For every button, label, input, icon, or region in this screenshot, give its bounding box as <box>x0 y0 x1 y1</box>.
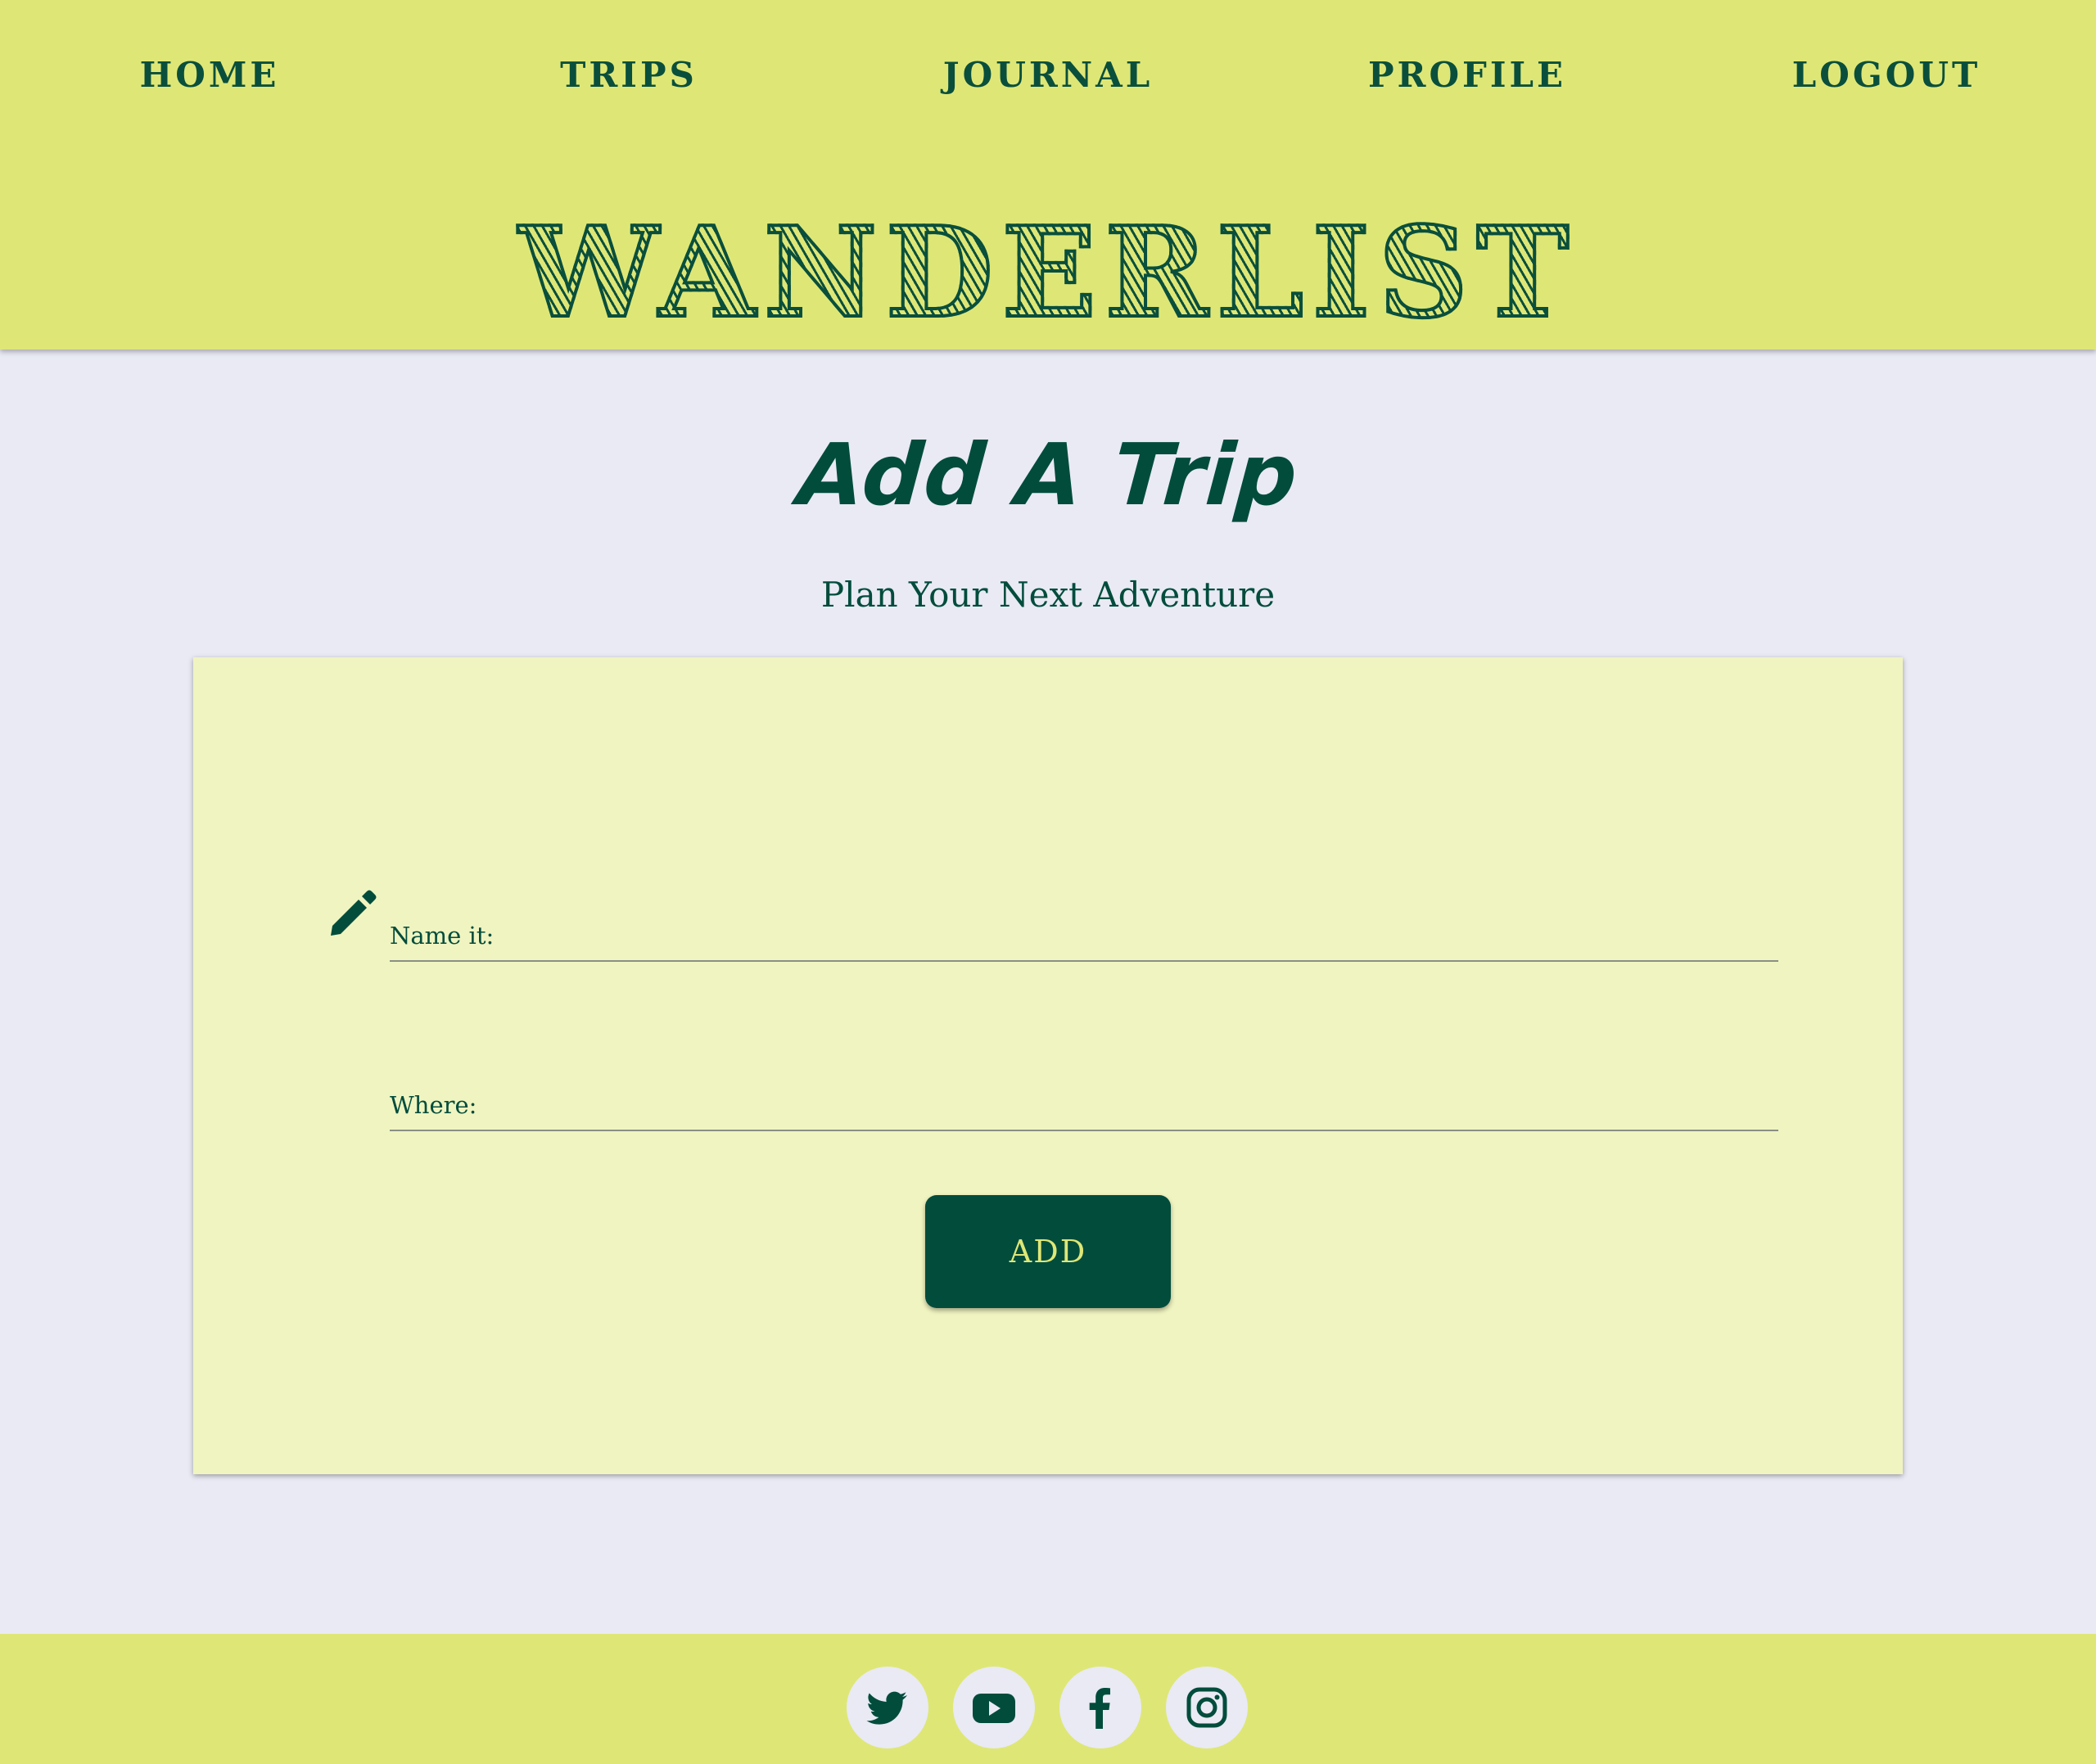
youtube-icon[interactable] <box>953 1667 1035 1748</box>
page-title: Add A Trip <box>794 425 1302 525</box>
site-header: HOME TRIPS JOURNAL PROFILE LOGOUT WANDER… <box>0 0 2096 350</box>
name-label: Name it: <box>390 922 495 950</box>
where-field: Where: <box>390 1056 1778 1131</box>
facebook-icon[interactable] <box>1059 1667 1141 1748</box>
where-label: Where: <box>390 1091 477 1119</box>
add-button[interactable]: ADD <box>925 1195 1171 1308</box>
pencil-icon <box>326 888 378 941</box>
where-input[interactable] <box>529 1085 1768 1125</box>
site-footer <box>0 1634 2096 1764</box>
main-nav: HOME TRIPS JOURNAL PROFILE LOGOUT <box>0 0 2096 156</box>
add-trip-form: Name it: Where: ADD <box>193 657 1903 1474</box>
instagram-icon[interactable] <box>1166 1667 1248 1748</box>
nav-journal[interactable]: JOURNAL <box>843 51 1253 100</box>
twitter-icon[interactable] <box>847 1667 928 1748</box>
site-logo[interactable]: WANDERLIST <box>0 195 2096 350</box>
nav-logout[interactable]: LOGOUT <box>1682 51 2091 100</box>
nav-trips[interactable]: TRIPS <box>424 51 833 100</box>
name-field: Name it: <box>390 887 1778 962</box>
name-input[interactable] <box>529 916 1768 955</box>
nav-profile[interactable]: PROFILE <box>1263 51 1672 100</box>
nav-home[interactable]: HOME <box>5 51 414 100</box>
page-subtitle: Plan Your Next Adventure <box>820 575 1276 615</box>
